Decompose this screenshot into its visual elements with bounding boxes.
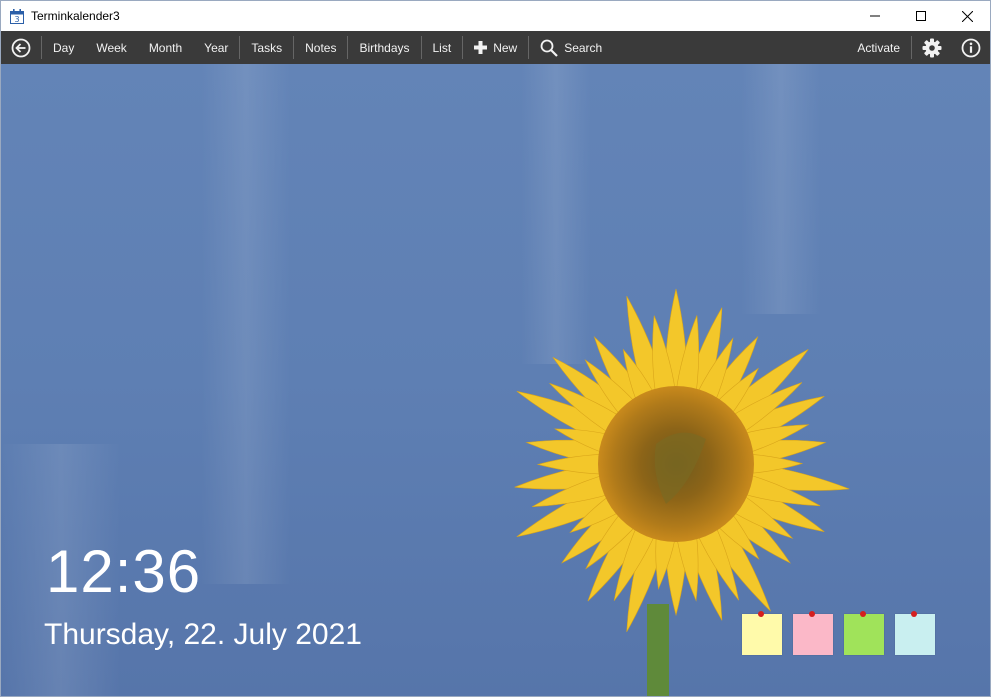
info-button[interactable] <box>952 31 990 64</box>
year-view-button[interactable]: Year <box>193 31 239 64</box>
close-button[interactable] <box>944 1 990 31</box>
minimize-icon <box>870 15 880 17</box>
main-toolbar: Day Week Month Year Tasks Notes Birthday… <box>1 31 990 64</box>
back-button[interactable] <box>1 31 41 64</box>
week-view-button[interactable]: Week <box>85 31 137 64</box>
calendar-app-icon: 3 <box>10 8 24 24</box>
notes-button[interactable]: Notes <box>294 31 347 64</box>
search-icon <box>540 39 558 57</box>
day-view-button[interactable]: Day <box>42 31 85 64</box>
window-title: Terminkalender3 <box>31 9 120 23</box>
maximize-button[interactable] <box>898 1 944 31</box>
sticky-note-yellow[interactable] <box>742 611 782 655</box>
calendar-icon-day: 3 <box>14 15 19 24</box>
back-arrow-icon <box>11 38 31 57</box>
list-button[interactable]: List <box>422 31 463 64</box>
info-icon <box>961 38 981 57</box>
app-window: 3 Terminkalender3 Day Week Month Year Ta… <box>0 0 991 697</box>
title-bar[interactable]: 3 Terminkalender3 <box>1 1 990 31</box>
birthdays-button[interactable]: Birthdays <box>348 31 420 64</box>
tasks-button[interactable]: Tasks <box>240 31 293 64</box>
gear-icon <box>922 38 942 57</box>
pin-icon <box>860 611 866 617</box>
pin-icon <box>911 611 917 617</box>
search-button-label: Search <box>564 40 603 55</box>
clock-time: 12:36 <box>46 538 202 605</box>
plus-icon <box>474 41 488 54</box>
pin-icon <box>758 611 764 617</box>
month-view-button[interactable]: Month <box>138 31 193 64</box>
maximize-icon <box>916 11 926 21</box>
new-button[interactable]: New <box>463 31 528 64</box>
sticky-notes-area <box>741 609 941 659</box>
minimize-button[interactable] <box>852 1 898 31</box>
close-icon <box>961 10 973 22</box>
current-date: Thursday, 22. July 2021 <box>44 618 362 651</box>
settings-button[interactable] <box>912 31 952 64</box>
activate-button[interactable]: Activate <box>846 31 911 64</box>
sticky-note-green[interactable] <box>844 611 884 655</box>
home-background: 12:36 Thursday, 22. July 2021 <box>1 64 990 696</box>
search-button[interactable]: Search <box>529 31 613 64</box>
sticky-note-cyan[interactable] <box>895 611 935 655</box>
pin-icon <box>809 611 815 617</box>
new-button-label: New <box>493 40 518 55</box>
sticky-note-pink[interactable] <box>793 611 833 655</box>
